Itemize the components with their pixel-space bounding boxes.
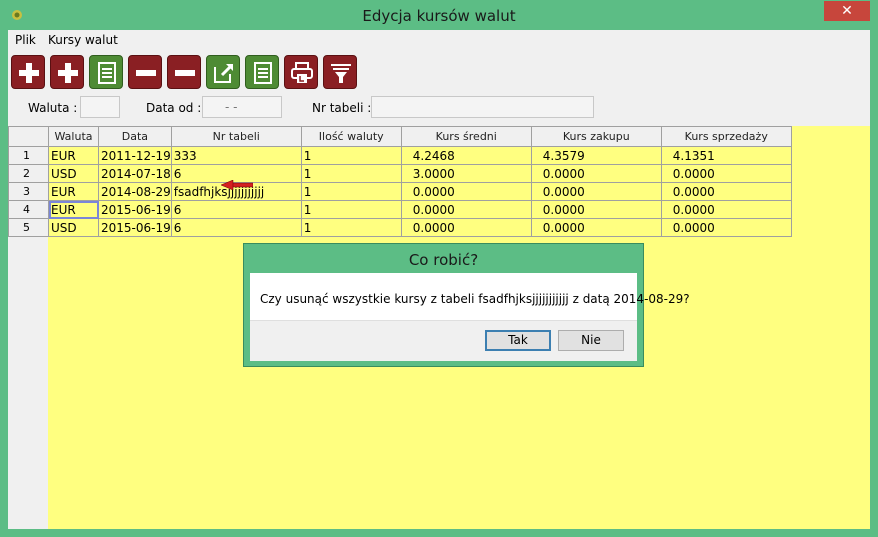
filter-row: Waluta : Data od : - - Nr tabeli :: [8, 96, 870, 120]
waluta-label: Waluta :: [28, 101, 78, 115]
close-icon: ✕: [841, 3, 853, 19]
filter-icon: [331, 64, 351, 83]
cell-waluta[interactable]: USD: [48, 218, 99, 237]
cell-ilosc[interactable]: 1: [300, 164, 402, 183]
cell-kurs-zakupu[interactable]: 4.3579: [530, 146, 662, 165]
data-od-input[interactable]: - -: [202, 96, 282, 118]
cell-nr-tabeli[interactable]: 6: [170, 218, 302, 237]
view-button[interactable]: [89, 55, 123, 89]
cell-ilosc[interactable]: 1: [300, 182, 402, 201]
cell-waluta[interactable]: EUR: [48, 182, 99, 201]
cell-kurs-zakupu[interactable]: 0.0000: [530, 182, 662, 201]
add-icon: [19, 63, 39, 83]
cell-kurs-sprzedazy[interactable]: 0.0000: [660, 182, 792, 201]
nr-tabeli-input[interactable]: [371, 96, 594, 118]
toolbar: [8, 55, 870, 91]
cell-kurs-zakupu[interactable]: 0.0000: [530, 164, 662, 183]
column-header[interactable]: Waluta: [48, 126, 99, 147]
remove-icon: [136, 70, 156, 76]
menu-bar: Plik Kursy walut: [8, 30, 870, 50]
row-number[interactable]: 5: [8, 218, 49, 237]
cell-kurs-sredni[interactable]: 0.0000: [400, 218, 532, 237]
print-button[interactable]: [284, 55, 318, 89]
cell-data[interactable]: 2014-08-29: [98, 182, 172, 201]
dialog-footer: Tak Nie: [250, 320, 637, 361]
edit-icon: [214, 63, 234, 83]
grid-header-row: Waluta Data Nr tabeli Ilość waluty Kurs …: [8, 126, 792, 147]
print-icon: [291, 62, 313, 83]
nr-tabeli-label: Nr tabeli :: [312, 101, 372, 115]
remove-all-button[interactable]: [167, 55, 201, 89]
column-header[interactable]: Kurs zakupu: [530, 126, 662, 147]
cell-waluta[interactable]: USD: [48, 164, 99, 183]
no-button[interactable]: Nie: [558, 330, 624, 351]
cell-data[interactable]: 2015-06-19: [98, 218, 172, 237]
document-icon: [254, 62, 272, 84]
window-title: Edycja kursów walut: [362, 7, 516, 25]
cell-kurs-sprzedazy[interactable]: 0.0000: [660, 164, 792, 183]
cell-data[interactable]: 2014-07-18: [98, 164, 172, 183]
red-arrow-icon: [221, 180, 253, 190]
add-copy-button[interactable]: [50, 55, 84, 89]
column-header[interactable]: Ilość waluty: [300, 126, 402, 147]
grid-corner: [8, 126, 49, 147]
column-header[interactable]: Nr tabeli: [170, 126, 302, 147]
document-icon: [98, 62, 116, 84]
row-number[interactable]: 1: [8, 146, 49, 165]
cell-waluta[interactable]: EUR: [48, 146, 99, 165]
remove-button[interactable]: [128, 55, 162, 89]
yes-button[interactable]: Tak: [485, 330, 551, 351]
currency-grid: Waluta Data Nr tabeli Ilość waluty Kurs …: [8, 126, 792, 237]
cell-ilosc[interactable]: 1: [300, 200, 402, 219]
add-button[interactable]: [11, 55, 45, 89]
cell-nr-tabeli[interactable]: 333: [170, 146, 302, 165]
table-row[interactable]: 3 EUR 2014-08-29 fsadfhjksjjjjjjjjjjj 1 …: [8, 182, 792, 201]
dialog-message: Czy usunąć wszystkie kursy z tabeli fsad…: [260, 292, 690, 306]
remove-icon: [175, 70, 195, 76]
cell-kurs-sprzedazy[interactable]: 0.0000: [660, 218, 792, 237]
dialog-body: Czy usunąć wszystkie kursy z tabeli fsad…: [250, 273, 690, 361]
dialog-title: Co robić?: [408, 251, 479, 269]
cell-nr-tabeli[interactable]: 6: [170, 200, 302, 219]
cell-ilosc[interactable]: 1: [300, 146, 402, 165]
column-header[interactable]: Kurs średni: [400, 126, 532, 147]
confirm-dialog: Co robić? Czy usunąć wszystkie kursy z t…: [243, 243, 690, 367]
cell-data[interactable]: 2011-12-19: [98, 146, 172, 165]
row-number[interactable]: 4: [8, 200, 49, 219]
cell-data[interactable]: 2015-06-19: [98, 200, 172, 219]
row-number[interactable]: 3: [8, 182, 49, 201]
cell-kurs-sredni[interactable]: 4.2468: [400, 146, 532, 165]
details-button[interactable]: [245, 55, 279, 89]
cell-kurs-zakupu[interactable]: 0.0000: [530, 200, 662, 219]
cell-kurs-sprzedazy[interactable]: 4.1351: [660, 146, 792, 165]
column-header[interactable]: Data: [98, 126, 172, 147]
close-button[interactable]: ✕: [824, 1, 870, 21]
data-od-label: Data od :: [146, 101, 202, 115]
filter-button[interactable]: [323, 55, 357, 89]
waluta-input[interactable]: [80, 96, 120, 118]
main-window: Edycja kursów walut ✕ Plik Kursy walut W…: [0, 0, 878, 537]
title-bar[interactable]: Edycja kursów walut ✕: [0, 0, 878, 30]
cell-ilosc[interactable]: 1: [300, 218, 402, 237]
cell-kurs-sredni[interactable]: 0.0000: [400, 200, 532, 219]
edit-button[interactable]: [206, 55, 240, 89]
cell-kurs-sredni[interactable]: 0.0000: [400, 182, 532, 201]
menu-kursy-walut[interactable]: Kursy walut: [48, 33, 118, 47]
add-icon: [58, 63, 78, 83]
column-header[interactable]: Kurs sprzedaży: [660, 126, 792, 147]
table-row[interactable]: 4 EUR 2015-06-19 6 1 0.0000 0.0000 0.000…: [8, 200, 792, 219]
cell-kurs-sprzedazy[interactable]: 0.0000: [660, 200, 792, 219]
table-row[interactable]: 2 USD 2014-07-18 6 1 3.0000 0.0000 0.000…: [8, 164, 792, 183]
cell-kurs-zakupu[interactable]: 0.0000: [530, 218, 662, 237]
cell-kurs-sredni[interactable]: 3.0000: [400, 164, 532, 183]
table-row[interactable]: 1 EUR 2011-12-19 333 1 4.2468 4.3579 4.1…: [8, 146, 792, 165]
cell-waluta-selected[interactable]: EUR: [48, 200, 99, 219]
table-row[interactable]: 5 USD 2015-06-19 6 1 0.0000 0.0000 0.000…: [8, 218, 792, 237]
row-number[interactable]: 2: [8, 164, 49, 183]
menu-plik[interactable]: Plik: [15, 33, 36, 47]
